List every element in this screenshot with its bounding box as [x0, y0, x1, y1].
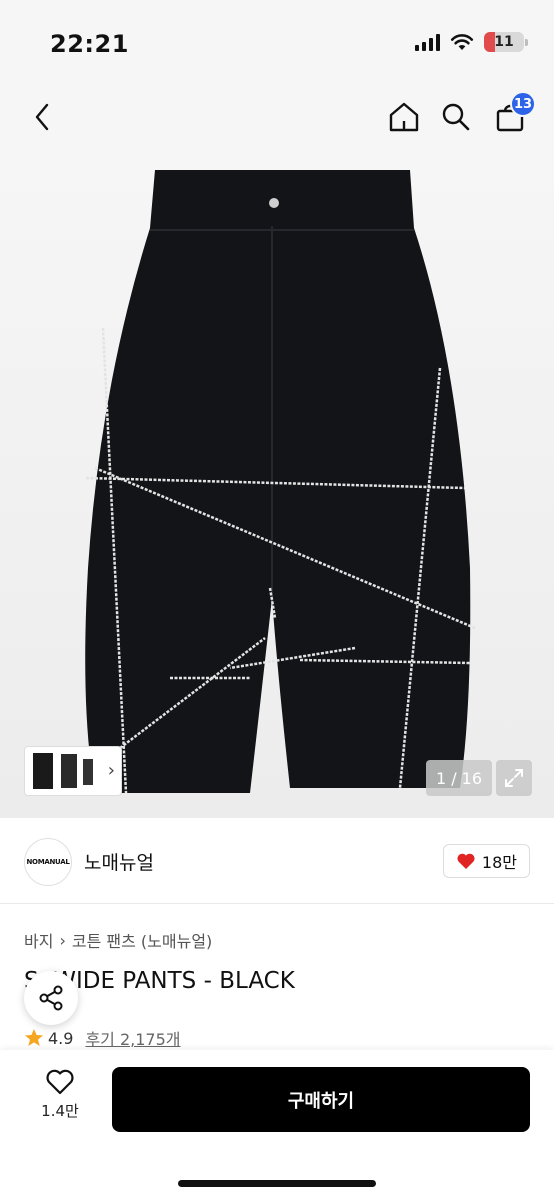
expand-icon	[505, 769, 523, 787]
cart-count-badge: 13	[510, 91, 536, 117]
home-indicator	[178, 1180, 376, 1187]
home-button[interactable]	[382, 94, 426, 140]
brand-logo[interactable]: NOMANUAL	[24, 838, 72, 886]
image-page-counter: 1 / 16	[426, 760, 492, 796]
heart-outline-icon	[46, 1069, 74, 1095]
rating-row: 4.9 후기 2,175개	[24, 1026, 181, 1050]
brand-like-button[interactable]: 18만	[442, 844, 530, 878]
battery-level: 11	[494, 34, 514, 50]
top-nav-bar: 13	[0, 88, 554, 148]
share-button[interactable]	[24, 971, 78, 1025]
brand-name[interactable]: 노매뉴얼	[84, 848, 154, 875]
breadcrumb-item[interactable]: 바지	[24, 928, 53, 952]
star-icon	[25, 1029, 43, 1046]
cart-button[interactable]: 13	[488, 91, 536, 140]
chevron-left-icon	[35, 103, 49, 131]
chevron-right-icon: ›	[59, 930, 66, 950]
thumbnail-images	[33, 753, 93, 789]
buy-button[interactable]: 구매하기	[112, 1067, 530, 1132]
breadcrumb-item[interactable]: 코튼 팬츠 (노매뉴얼)	[72, 928, 212, 952]
search-button[interactable]	[434, 94, 478, 140]
product-image-gallery[interactable]: › 1 / 16	[0, 148, 554, 818]
search-icon	[442, 103, 470, 131]
expand-image-button[interactable]	[496, 760, 532, 796]
wishlist-count: 1.4만	[41, 1102, 79, 1120]
breadcrumb: 바지 › 코튼 팬츠 (노매뉴얼)	[24, 928, 212, 952]
bottom-action-bar: 1.4만 구매하기	[0, 1050, 554, 1200]
status-bar: 22:21 11	[0, 0, 554, 88]
back-button[interactable]	[20, 94, 64, 140]
rating-value: 4.9	[48, 1028, 74, 1048]
share-icon	[39, 985, 63, 1011]
battery-icon: 11	[484, 32, 528, 52]
home-icon	[389, 102, 419, 132]
status-time: 22:21	[50, 30, 129, 58]
review-count-link[interactable]: 후기 2,175개	[85, 1026, 180, 1050]
chevron-right-icon: ›	[107, 760, 115, 781]
brand-like-count: 18만	[481, 853, 517, 872]
status-icons: 11	[415, 32, 528, 52]
wishlist-button[interactable]: 1.4만	[30, 1068, 90, 1132]
cellular-signal-icon	[415, 33, 440, 51]
heart-filled-icon	[457, 853, 475, 869]
thumbnail-strip[interactable]: ›	[24, 746, 122, 796]
product-photo-pants	[85, 170, 476, 794]
brand-row: NOMANUAL 노매뉴얼 18만	[0, 818, 554, 904]
wifi-icon	[450, 34, 474, 50]
